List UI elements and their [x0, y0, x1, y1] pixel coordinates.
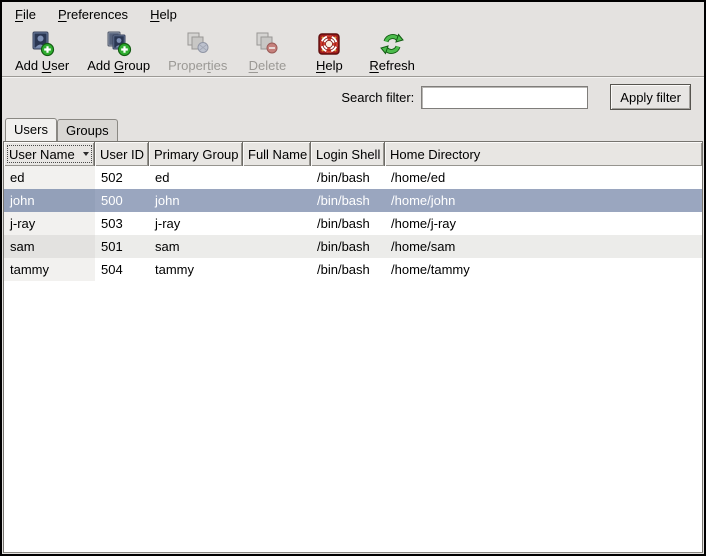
- toolbar: Add User Add Group: [2, 27, 704, 76]
- table-empty-area: [4, 281, 702, 552]
- delete-label: Delete: [249, 58, 287, 73]
- delete-icon: [254, 31, 280, 57]
- help-icon: [316, 31, 342, 57]
- properties-icon: [185, 31, 211, 57]
- user-manager-window: File Preferences Help Add User: [0, 0, 706, 556]
- add-user-icon: [29, 31, 55, 57]
- add-group-label: Add Group: [87, 58, 150, 73]
- column-header-user-name[interactable]: User Name: [4, 142, 95, 166]
- search-filter-row: Search filter: Apply filter: [2, 78, 704, 116]
- add-group-button[interactable]: Add Group: [78, 29, 159, 75]
- refresh-icon: [379, 31, 405, 57]
- menu-bar: File Preferences Help: [2, 2, 704, 27]
- help-label: Help: [316, 58, 343, 73]
- search-filter-label: Search filter:: [341, 90, 414, 105]
- menu-help[interactable]: Help: [143, 4, 184, 25]
- table-row[interactable]: j-ray 503 j-ray /bin/bash /home/j-ray: [4, 212, 702, 235]
- table-header-row: User Name User ID Primary Group Full Nam…: [4, 142, 702, 166]
- tab-groups[interactable]: Groups: [57, 119, 118, 141]
- search-filter-input[interactable]: [421, 86, 588, 109]
- refresh-label: Refresh: [369, 58, 415, 73]
- add-user-button[interactable]: Add User: [6, 29, 78, 75]
- column-header-login-shell[interactable]: Login Shell: [311, 142, 385, 166]
- add-group-icon: [106, 31, 132, 57]
- table-row[interactable]: sam 501 sam /bin/bash /home/sam: [4, 235, 702, 258]
- properties-label: Properties: [168, 58, 227, 73]
- tab-bar: Users Groups: [2, 116, 704, 141]
- column-header-user-id[interactable]: User ID: [95, 142, 149, 166]
- column-header-full-name[interactable]: Full Name: [243, 142, 311, 166]
- table-row[interactable]: ed 502 ed /bin/bash /home/ed: [4, 166, 702, 189]
- column-header-primary-group[interactable]: Primary Group: [149, 142, 243, 166]
- add-user-label: Add User: [15, 58, 69, 73]
- refresh-button[interactable]: Refresh: [360, 29, 424, 75]
- menu-file[interactable]: File: [8, 4, 43, 25]
- sort-descending-icon: [83, 152, 89, 156]
- help-button[interactable]: Help: [298, 29, 360, 75]
- delete-button[interactable]: Delete: [236, 29, 298, 75]
- users-table: User Name User ID Primary Group Full Nam…: [3, 141, 703, 553]
- table-row-selected[interactable]: john 500 john /bin/bash /home/john: [4, 189, 702, 212]
- column-header-home-directory[interactable]: Home Directory: [385, 142, 702, 166]
- apply-filter-button[interactable]: Apply filter: [610, 84, 691, 110]
- menu-preferences[interactable]: Preferences: [51, 4, 135, 25]
- table-row[interactable]: tammy 504 tammy /bin/bash /home/tammy: [4, 258, 702, 281]
- tab-users[interactable]: Users: [5, 118, 57, 141]
- properties-button[interactable]: Properties: [159, 29, 236, 75]
